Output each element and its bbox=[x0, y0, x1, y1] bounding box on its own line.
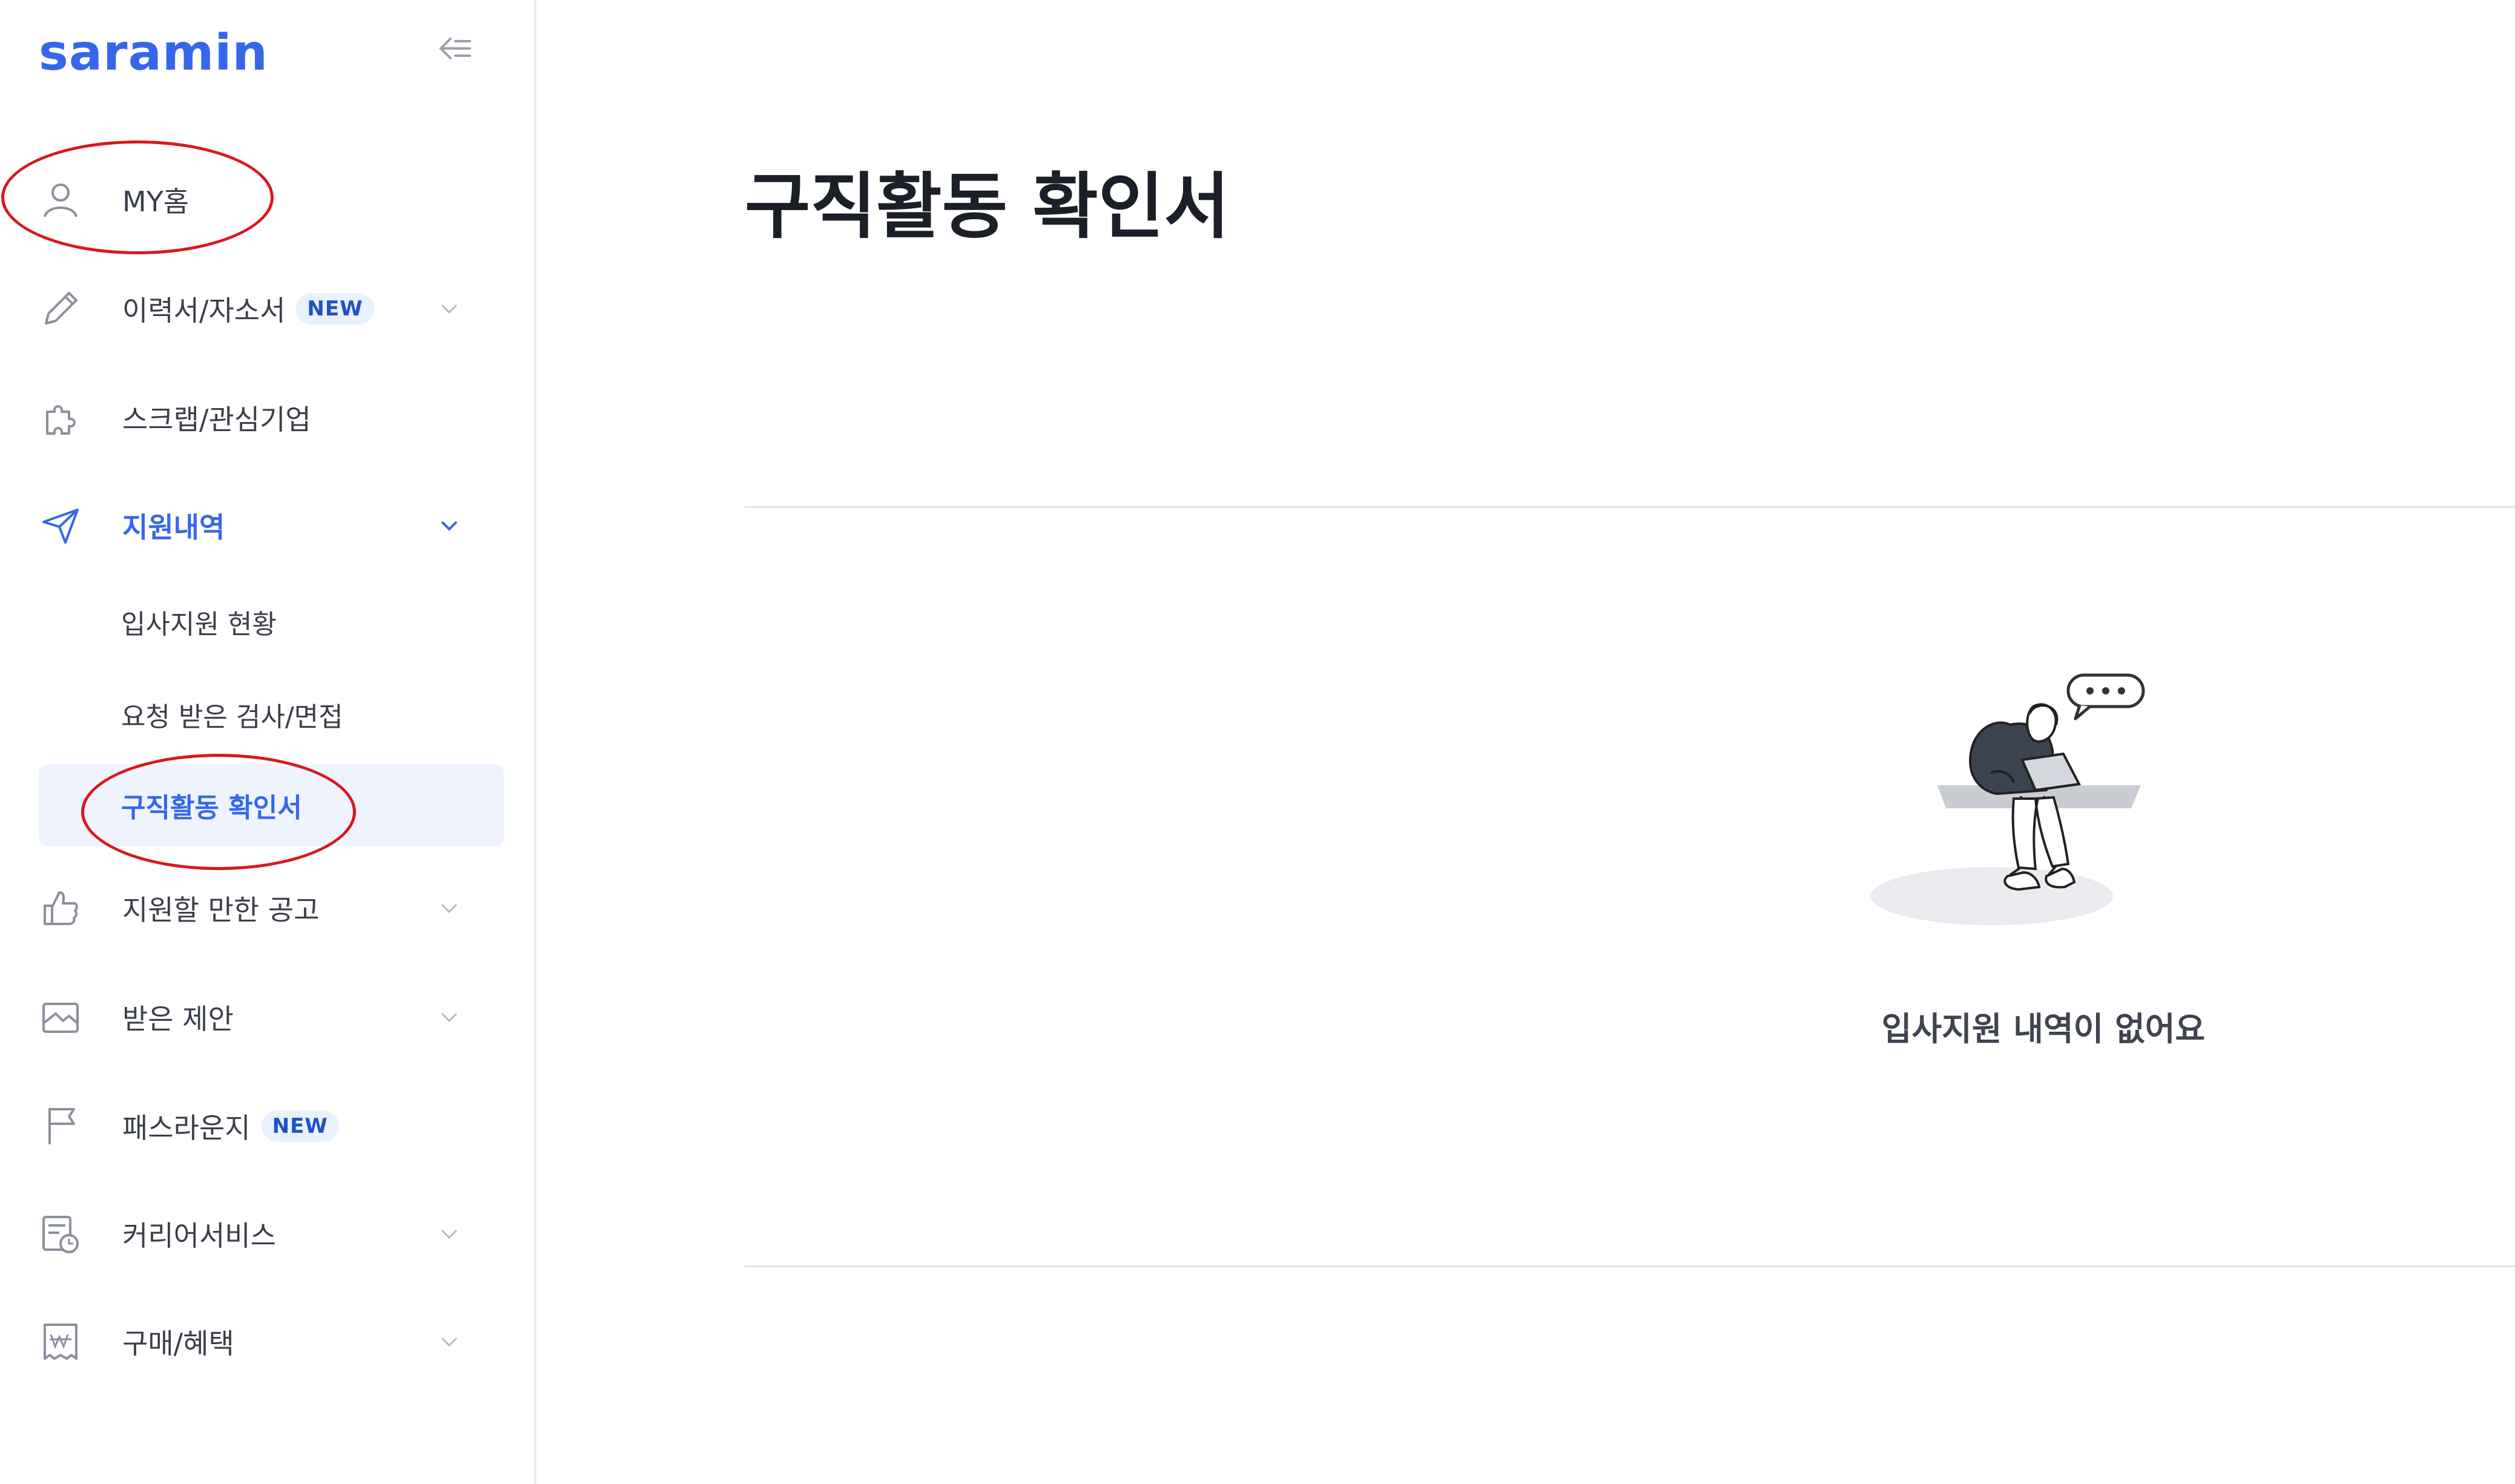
sidebar-item-label: 커리어서비스 bbox=[122, 1219, 276, 1252]
new-badge: NEW bbox=[261, 1110, 339, 1142]
chevron-down-icon bbox=[441, 304, 458, 314]
won-coupon-icon bbox=[39, 1320, 82, 1364]
sidebar-item-label: 스크랩/관심기업 bbox=[122, 403, 311, 436]
send-icon bbox=[39, 504, 82, 547]
sub-item-job-activity-certificate[interactable]: 구직활동 확인서 bbox=[39, 764, 504, 846]
collapse-sidebar-icon[interactable] bbox=[437, 30, 473, 67]
calendar-clock-icon bbox=[39, 1212, 82, 1256]
sidebar-item-resume[interactable]: 이력서/자소서 NEW bbox=[39, 272, 505, 345]
sidebar-item-label: 받은 제안 bbox=[122, 1003, 234, 1035]
sidebar-item-received-offers[interactable]: 받은 제안 bbox=[39, 981, 505, 1054]
sub-item-application-status[interactable]: 입사지원 현황 bbox=[39, 582, 504, 661]
chevron-down-icon bbox=[441, 1229, 458, 1239]
sidebar-item-label: 지원내역 bbox=[122, 511, 225, 544]
sidebar-item-label: 패스라운지 bbox=[122, 1112, 251, 1144]
sidebar-item-career-service[interactable]: 커리어서비스 bbox=[39, 1198, 505, 1270]
top-divider bbox=[745, 506, 2515, 508]
chevron-down-icon bbox=[441, 1012, 458, 1023]
sidebar: saramin MY홈 이력서/자소서 NEW 스크랩/관심기업 지원내역 입사… bbox=[0, 0, 536, 1484]
saramin-logo[interactable]: saramin bbox=[39, 24, 268, 82]
thumbs-up-icon bbox=[39, 886, 82, 930]
flag-icon bbox=[39, 1104, 82, 1148]
chevron-down-icon bbox=[441, 903, 458, 914]
empty-state-message: 입사지원 내역이 없어요 bbox=[1881, 1010, 2206, 1048]
sidebar-item-applications[interactable]: 지원내역 bbox=[39, 489, 505, 562]
sub-item-requested-tests[interactable]: 요청 받은 검사/면접 bbox=[39, 675, 504, 754]
sidebar-item-recommended-jobs[interactable]: 지원할 만한 공고 bbox=[39, 872, 505, 945]
sidebar-item-label: 이력서/자소서 bbox=[122, 294, 286, 327]
sidebar-item-pass-lounge[interactable]: 패스라운지 NEW bbox=[39, 1090, 505, 1162]
sidebar-item-label: MY홈 bbox=[122, 185, 190, 218]
new-badge: NEW bbox=[296, 293, 374, 325]
page-title: 구직활동 확인서 bbox=[745, 165, 1230, 248]
chevron-down-icon bbox=[441, 521, 458, 531]
sidebar-item-label: 구매/혜택 bbox=[122, 1327, 234, 1360]
envelope-icon bbox=[39, 995, 82, 1039]
puzzle-icon bbox=[39, 396, 82, 440]
sidebar-item-scrap[interactable]: 스크랩/관심기업 bbox=[39, 381, 505, 454]
user-icon bbox=[39, 178, 82, 222]
sidebar-item-purchase-benefits[interactable]: 구매/혜택 bbox=[39, 1305, 505, 1378]
pencil-icon bbox=[39, 287, 82, 331]
sidebar-item-label: 지원할 만한 공고 bbox=[122, 894, 320, 926]
bottom-divider bbox=[745, 1265, 2515, 1267]
empty-state-illustration bbox=[1871, 669, 2155, 935]
sidebar-item-my-home[interactable]: MY홈 bbox=[39, 163, 505, 236]
chevron-down-icon bbox=[441, 1337, 458, 1347]
